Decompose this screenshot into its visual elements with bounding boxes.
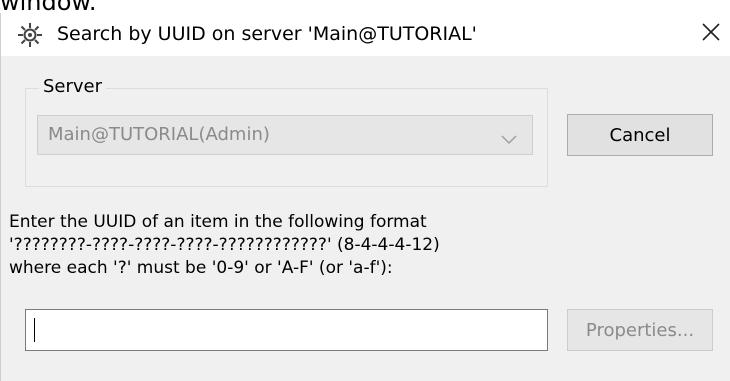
- server-group-label: Server: [39, 75, 107, 99]
- server-select[interactable]: Main@TUTORIAL(Admin): [37, 115, 533, 155]
- cancel-button[interactable]: Cancel: [567, 114, 713, 156]
- close-icon: [701, 22, 721, 46]
- instruction-line-1: Enter the UUID of an item in the followi…: [9, 212, 427, 232]
- properties-button[interactable]: Properties...: [567, 309, 713, 351]
- dialog-title: Search by UUID on server 'Main@TUTORIAL': [57, 23, 477, 45]
- instruction-line-2: '????????-????-????-????-????????????' (…: [9, 235, 440, 255]
- search-by-uuid-dialog: Search by UUID on server 'Main@TUTORIAL'…: [0, 13, 730, 381]
- uuid-input[interactable]: [25, 309, 548, 351]
- text-caret: [34, 318, 35, 342]
- uuid-format-instructions: Enter the UUID of an item in the followi…: [9, 211, 440, 280]
- chevron-down-icon: [501, 130, 517, 145]
- titlebar: Search by UUID on server 'Main@TUTORIAL': [1, 13, 730, 56]
- close-button[interactable]: [693, 17, 729, 51]
- gear-icon: [16, 21, 44, 49]
- server-select-value: Main@TUTORIAL(Admin): [48, 124, 270, 145]
- instruction-line-3: where each '?' must be '0-9' or 'A-F' (o…: [9, 258, 393, 278]
